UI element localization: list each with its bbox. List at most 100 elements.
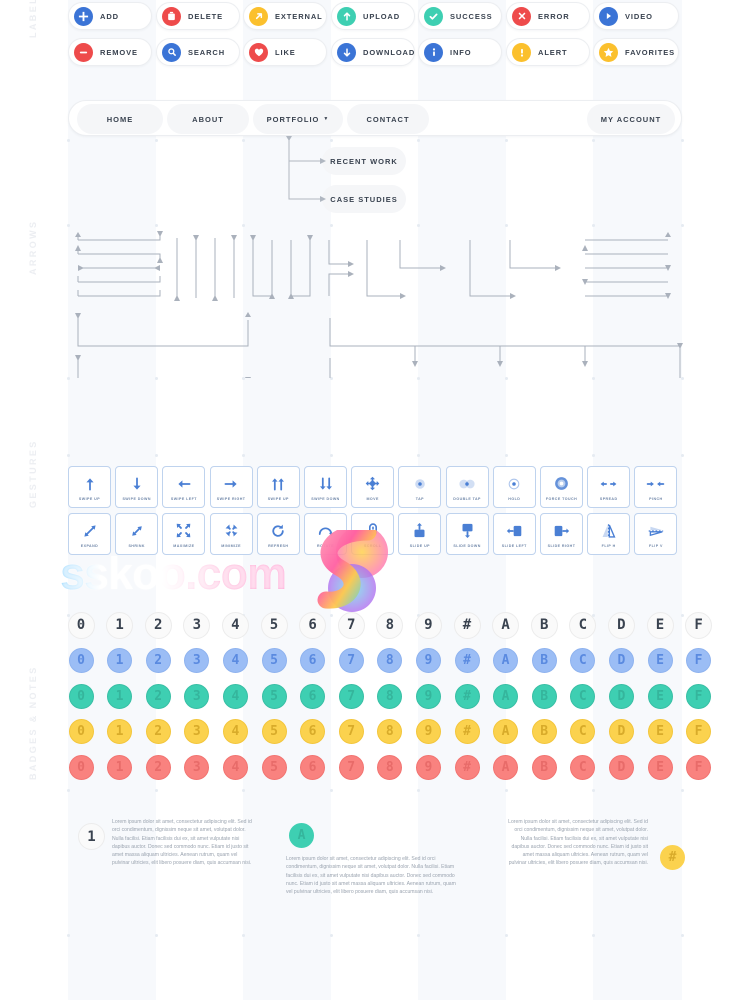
badge-9[interactable]: 9 xyxy=(414,611,442,639)
badge-f[interactable]: F xyxy=(685,611,713,639)
badge-3[interactable]: 3 xyxy=(184,719,210,744)
badge-hash[interactable]: # xyxy=(454,719,480,744)
badge-6[interactable]: 6 xyxy=(300,683,326,709)
badge-4[interactable]: 4 xyxy=(222,719,248,744)
badge-0[interactable]: 0 xyxy=(67,611,95,639)
badge-c[interactable]: C xyxy=(569,611,597,639)
badge-3[interactable]: 3 xyxy=(184,754,210,780)
gesture-cell-swipe-down[interactable]: SWIPE DOWN xyxy=(304,466,347,508)
badge-c[interactable]: C xyxy=(570,648,596,673)
badge-0[interactable]: 0 xyxy=(68,754,94,780)
badge-5[interactable]: 5 xyxy=(261,683,287,709)
gesture-cell-swipe-down[interactable]: SWIPE DOWN xyxy=(115,466,159,508)
gesture-cell-swipe-up[interactable]: SWIPE UP xyxy=(256,466,300,508)
badge-3[interactable]: 3 xyxy=(184,648,210,673)
badge-8[interactable]: 8 xyxy=(376,611,404,639)
gesture-cell-maximize[interactable]: MAXIMIZE xyxy=(162,513,206,555)
badge-a[interactable]: A xyxy=(492,611,520,639)
gesture-cell-hold[interactable]: HOLD xyxy=(492,466,536,508)
gesture-cell-expand[interactable]: EXPAND xyxy=(68,513,111,555)
gesture-cell-move[interactable]: MOVE xyxy=(351,466,395,508)
badge-9[interactable]: 9 xyxy=(415,754,441,780)
badge-f[interactable]: F xyxy=(686,683,712,709)
badge-1[interactable]: 1 xyxy=(106,611,134,639)
gesture-cell-slide-down[interactable]: SLIDE DOWN xyxy=(445,513,489,555)
gesture-cell-double-tap[interactable]: DOUBLE TAP xyxy=(445,466,489,508)
badge-2[interactable]: 2 xyxy=(145,754,171,780)
badge-b[interactable]: B xyxy=(530,611,558,639)
gesture-cell-slide-right[interactable]: SLIDE RIGHT xyxy=(540,513,583,555)
badge-5[interactable]: 5 xyxy=(261,648,287,673)
badge-e[interactable]: E xyxy=(647,719,673,744)
gesture-cell-shrink[interactable]: SHRINK xyxy=(115,513,159,555)
badge-d[interactable]: D xyxy=(608,719,634,744)
badge-1[interactable]: 1 xyxy=(107,648,133,673)
badge-7[interactable]: 7 xyxy=(338,648,364,673)
badge-1[interactable]: 1 xyxy=(107,754,133,780)
badge-0[interactable]: 0 xyxy=(68,719,94,744)
badge-f[interactable]: F xyxy=(686,754,712,780)
badge-3[interactable]: 3 xyxy=(184,683,210,709)
badge-c[interactable]: C xyxy=(570,683,596,709)
badge-1[interactable]: 1 xyxy=(107,719,133,744)
badge-f[interactable]: F xyxy=(686,648,712,673)
badge-9[interactable]: 9 xyxy=(415,683,441,709)
badge-hash[interactable]: # xyxy=(453,611,481,639)
badge-4[interactable]: 4 xyxy=(222,648,248,673)
gesture-cell-flip-v[interactable]: FLIP V xyxy=(634,513,678,555)
gesture-cell-rotate[interactable]: ROTATE xyxy=(304,513,347,555)
badge-8[interactable]: 8 xyxy=(377,719,403,744)
gesture-cell-swipe-left[interactable]: SWIPE LEFT xyxy=(162,466,206,508)
gesture-cell-minimize[interactable]: MINIMIZE xyxy=(209,513,253,555)
gesture-cell-refresh[interactable]: REFRESH xyxy=(256,513,300,555)
gesture-cell-slide-left[interactable]: SLIDE LEFT xyxy=(492,513,536,555)
badge-b[interactable]: B xyxy=(531,719,557,744)
badge-0[interactable]: 0 xyxy=(68,683,94,709)
badge-hash[interactable]: # xyxy=(454,648,480,673)
badge-7[interactable]: 7 xyxy=(337,611,365,639)
badge-5[interactable]: 5 xyxy=(260,611,288,639)
badge-e[interactable]: E xyxy=(647,754,673,780)
gesture-cell-scroll[interactable]: SCROLL xyxy=(351,513,395,555)
badge-5[interactable]: 5 xyxy=(261,754,287,780)
badge-c[interactable]: C xyxy=(570,719,596,744)
badge-b[interactable]: B xyxy=(531,648,557,673)
badge-e[interactable]: E xyxy=(647,683,673,709)
badge-1[interactable]: 1 xyxy=(107,683,133,709)
badge-6[interactable]: 6 xyxy=(300,719,326,744)
badge-d[interactable]: D xyxy=(608,648,634,673)
badge-2[interactable]: 2 xyxy=(145,719,171,744)
badge-a[interactable]: A xyxy=(493,648,519,673)
badge-f[interactable]: F xyxy=(686,719,712,744)
badge-e[interactable]: E xyxy=(646,611,674,639)
badge-c[interactable]: C xyxy=(570,754,596,780)
badge-a[interactable]: A xyxy=(493,754,519,780)
badge-0[interactable]: 0 xyxy=(68,648,94,673)
gesture-cell-tap[interactable]: TAP xyxy=(398,466,442,508)
badge-d[interactable]: D xyxy=(607,611,635,639)
badge-hash[interactable]: # xyxy=(454,754,480,780)
badge-8[interactable]: 8 xyxy=(377,648,403,673)
badge-7[interactable]: 7 xyxy=(338,719,364,744)
badge-2[interactable]: 2 xyxy=(145,683,171,709)
badge-9[interactable]: 9 xyxy=(415,719,441,744)
badge-7[interactable]: 7 xyxy=(338,683,364,709)
badge-4[interactable]: 4 xyxy=(221,611,249,639)
gesture-cell-flip-h[interactable]: FLIP H xyxy=(587,513,631,555)
gesture-cell-spread[interactable]: SPREAD xyxy=(587,466,631,508)
badge-4[interactable]: 4 xyxy=(222,754,248,780)
badge-8[interactable]: 8 xyxy=(377,754,403,780)
badge-hash[interactable]: # xyxy=(454,683,480,709)
badge-6[interactable]: 6 xyxy=(300,648,326,673)
badge-2[interactable]: 2 xyxy=(144,611,172,639)
badge-6[interactable]: 6 xyxy=(300,754,326,780)
gesture-cell-slide-up[interactable]: SLIDE UP xyxy=(398,513,442,555)
gesture-cell-swipe-up[interactable]: SWIPE UP xyxy=(68,466,111,508)
badge-9[interactable]: 9 xyxy=(415,648,441,673)
badge-3[interactable]: 3 xyxy=(183,611,211,639)
badge-d[interactable]: D xyxy=(608,683,634,709)
badge-a[interactable]: A xyxy=(493,719,519,744)
badge-a[interactable]: A xyxy=(493,683,519,709)
badge-5[interactable]: 5 xyxy=(261,719,287,744)
badge-2[interactable]: 2 xyxy=(145,648,171,673)
